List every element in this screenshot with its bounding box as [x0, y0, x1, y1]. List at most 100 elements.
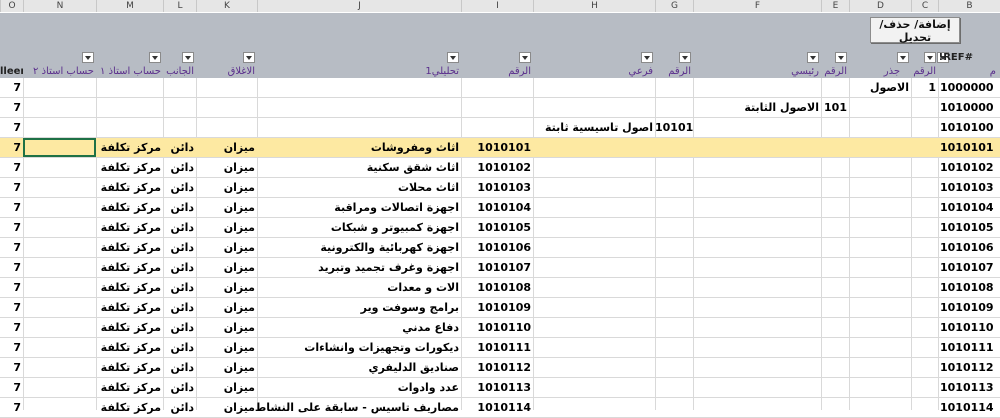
- cell-b[interactable]: 1010112: [940, 358, 994, 377]
- cell-b[interactable]: 1010102: [940, 158, 994, 177]
- cell-j[interactable]: ديكورات وتجهيزات وانشاءات: [259, 338, 459, 357]
- cell-f[interactable]: الاصول الثابتة: [693, 98, 819, 117]
- cell-i[interactable]: 1010101: [463, 138, 531, 157]
- cell-j[interactable]: صناديق الدليفري: [259, 358, 460, 377]
- cell-g[interactable]: 10101: [655, 118, 693, 137]
- cell-d[interactable]: [849, 278, 909, 297]
- cell-j[interactable]: عدد وادوات: [259, 378, 459, 397]
- cell-i[interactable]: 1010102: [463, 158, 531, 177]
- cell-e[interactable]: [821, 118, 847, 137]
- cell-j[interactable]: [259, 98, 459, 117]
- cell-o[interactable]: 7: [0, 298, 21, 317]
- cell-f[interactable]: [693, 278, 819, 297]
- cell-d[interactable]: [849, 238, 909, 257]
- cell-c[interactable]: [911, 98, 936, 117]
- cell-h[interactable]: [533, 338, 653, 357]
- cell-c[interactable]: [911, 238, 936, 257]
- cell-o[interactable]: 7: [0, 278, 21, 297]
- cell-d[interactable]: [849, 98, 909, 117]
- cell-d[interactable]: [849, 378, 909, 397]
- cell-d[interactable]: [849, 118, 909, 137]
- cell-e[interactable]: [821, 258, 847, 277]
- cell-i[interactable]: [463, 78, 531, 97]
- column-letter-c[interactable]: C: [911, 0, 938, 12]
- cell-j[interactable]: الات و معدات: [259, 278, 459, 297]
- cell-h[interactable]: [533, 138, 653, 157]
- active-cell-selection[interactable]: [23, 138, 96, 157]
- cell-j[interactable]: مصاريف تاسيس - سابقة على النشاط: [255, 398, 459, 417]
- cell-h[interactable]: اصول تاسيسية ثابتة: [533, 118, 653, 137]
- cell-m[interactable]: مركز تكلفة: [98, 398, 161, 417]
- column-letter-i[interactable]: I: [461, 0, 533, 12]
- cell-e[interactable]: [821, 178, 847, 197]
- cell-c[interactable]: [911, 338, 936, 357]
- cell-f[interactable]: [693, 138, 819, 157]
- cell-h[interactable]: [533, 378, 653, 397]
- cell-h[interactable]: [533, 158, 653, 177]
- cell-o[interactable]: 7: [0, 338, 21, 357]
- cell-j[interactable]: [259, 118, 459, 137]
- cell-j[interactable]: اثاث شقق سكنية: [259, 158, 459, 177]
- cell-k[interactable]: ميزان: [196, 198, 255, 217]
- cell-g[interactable]: [655, 358, 691, 377]
- filter-dropdown-icon[interactable]: [679, 52, 691, 63]
- cell-m[interactable]: مركز تكلفة: [98, 238, 161, 257]
- cell-g[interactable]: [655, 298, 691, 317]
- cell-o[interactable]: 7: [0, 398, 21, 417]
- cell-i[interactable]: 1010112: [463, 358, 531, 377]
- cell-k[interactable]: ميزان: [196, 138, 255, 157]
- cell-b[interactable]: 1010103: [940, 178, 994, 197]
- cell-l[interactable]: دائن: [163, 198, 194, 217]
- cell-e[interactable]: [821, 198, 847, 217]
- cell-g[interactable]: [655, 238, 691, 257]
- cell-k[interactable]: [196, 118, 255, 137]
- cell-c[interactable]: [911, 278, 936, 297]
- cell-c[interactable]: [911, 158, 936, 177]
- cell-o[interactable]: 7: [0, 118, 21, 137]
- cell-g[interactable]: [655, 398, 691, 417]
- cell-e[interactable]: [821, 218, 847, 237]
- cell-i[interactable]: 1010108: [463, 278, 531, 297]
- cell-l[interactable]: [163, 98, 194, 117]
- cell-c[interactable]: [911, 358, 936, 377]
- cell-i[interactable]: 1010105: [463, 218, 531, 237]
- cell-c[interactable]: [911, 318, 936, 337]
- cell-o[interactable]: 7: [0, 178, 21, 197]
- cell-f[interactable]: [693, 218, 819, 237]
- cell-l[interactable]: [163, 78, 194, 97]
- cell-d[interactable]: [849, 258, 909, 277]
- cell-d[interactable]: [849, 198, 909, 217]
- filter-dropdown-icon[interactable]: [149, 52, 161, 63]
- cell-f[interactable]: [693, 118, 819, 137]
- cell-l[interactable]: دائن: [163, 338, 194, 357]
- cell-h[interactable]: [533, 178, 653, 197]
- cell-d[interactable]: [849, 178, 909, 197]
- cell-g[interactable]: [655, 178, 691, 197]
- cell-e[interactable]: [821, 78, 847, 97]
- cell-g[interactable]: [655, 278, 691, 297]
- column-letter-b[interactable]: B: [938, 0, 1000, 12]
- cell-h[interactable]: [533, 358, 653, 377]
- cell-b[interactable]: 1010108: [940, 278, 994, 297]
- cell-e[interactable]: [821, 278, 847, 297]
- cell-j[interactable]: اجهزة اتصالات ومراقبة: [259, 198, 459, 217]
- cell-c[interactable]: [911, 178, 936, 197]
- cell-c[interactable]: [911, 138, 936, 157]
- cell-g[interactable]: [655, 138, 691, 157]
- cell-h[interactable]: [533, 258, 653, 277]
- cell-c[interactable]: [911, 258, 936, 277]
- cell-f[interactable]: [693, 78, 819, 97]
- cell-l[interactable]: دائن: [163, 138, 194, 157]
- cell-j[interactable]: [259, 78, 459, 97]
- cell-l[interactable]: دائن: [163, 158, 194, 177]
- cell-c[interactable]: [911, 118, 936, 137]
- filter-dropdown-icon[interactable]: [182, 52, 194, 63]
- cell-f[interactable]: [693, 238, 819, 257]
- cell-f[interactable]: [693, 318, 819, 337]
- cell-m[interactable]: مركز تكلفة: [98, 318, 161, 337]
- filter-dropdown-icon[interactable]: [447, 52, 459, 63]
- cell-e[interactable]: [821, 358, 847, 377]
- cell-m[interactable]: مركز تكلفة: [98, 298, 161, 317]
- cell-m[interactable]: مركز تكلفة: [98, 138, 161, 157]
- cell-f[interactable]: [693, 338, 819, 357]
